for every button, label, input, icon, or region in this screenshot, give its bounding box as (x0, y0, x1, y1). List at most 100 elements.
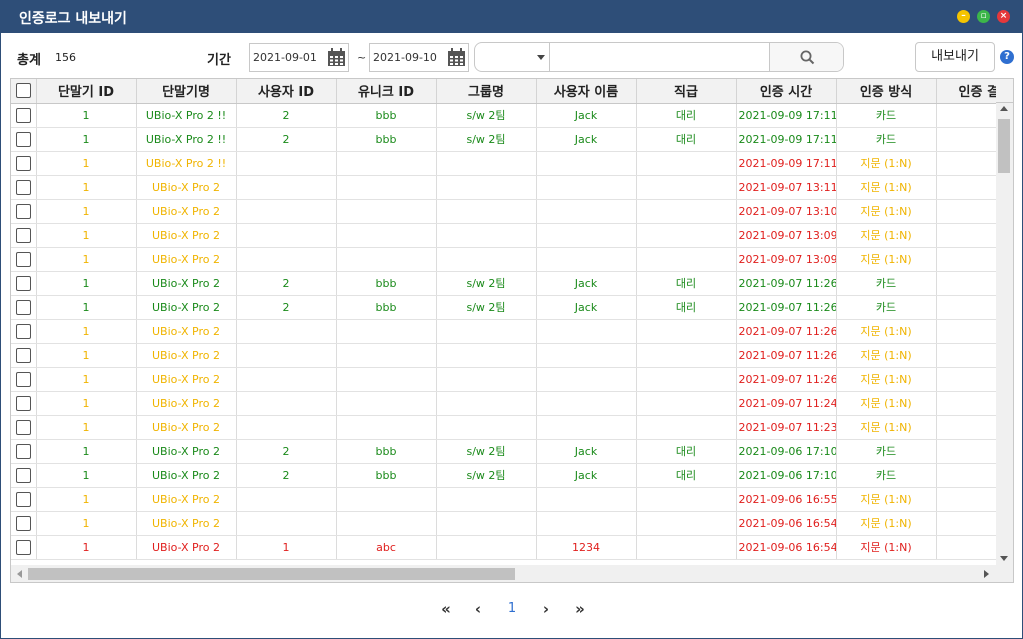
row-select-cell[interactable] (11, 127, 37, 152)
column-header-group[interactable]: 그룹명 (436, 79, 537, 104)
table-row[interactable]: 1UBio-X Pro 2 2021-09-07 13:09:30지문 (1:N)… (11, 247, 996, 272)
row-checkbox[interactable] (15, 491, 31, 507)
row-checkbox[interactable] (15, 515, 31, 531)
row-select-cell[interactable] (11, 175, 37, 200)
date-from-field[interactable]: 2021-09-01 (249, 43, 349, 72)
horizontal-scrollbar[interactable] (11, 565, 1013, 582)
row-select-cell[interactable] (11, 295, 37, 320)
export-button[interactable]: 내보내기 (915, 42, 995, 72)
row-checkbox[interactable] (15, 227, 31, 243)
table-row[interactable]: 1 UBio-X Pro 2 2 bbb s/w 2팀 Jack 대리 2021-09-07 … (11, 271, 996, 296)
horizontal-scroll-thumb[interactable] (28, 568, 515, 580)
select-all-cell[interactable] (11, 79, 37, 104)
row-checkbox[interactable] (15, 107, 31, 123)
row-select-cell[interactable] (11, 487, 37, 512)
column-header-auth-result[interactable]: 인증 결과 (936, 79, 996, 104)
row-checkbox[interactable] (15, 443, 31, 459)
row-select-cell[interactable] (11, 343, 37, 368)
row-checkbox[interactable] (15, 323, 31, 339)
column-header-user-id[interactable]: 사용자 ID (236, 79, 337, 104)
row-select-cell[interactable] (11, 367, 37, 392)
select-all-checkbox[interactable] (15, 83, 31, 99)
column-header-device-id[interactable]: 단말기 ID (36, 79, 137, 104)
vertical-scrollbar[interactable] (996, 103, 1013, 565)
column-header-position[interactable]: 직급 (636, 79, 737, 104)
help-icon[interactable]: ? (1000, 50, 1014, 64)
table-row[interactable]: 1UBio-X Pro 2 2021-09-06 16:54:59지문 (1:N)… (11, 511, 996, 536)
minimize-icon[interactable]: – (957, 10, 970, 23)
scroll-right-icon[interactable] (984, 570, 989, 578)
row-checkbox[interactable] (15, 539, 31, 555)
table-row[interactable]: 1UBio-X Pro 2 2021-09-07 11:26:24지문 (1:N)… (11, 319, 996, 344)
prev-page-button[interactable]: ‹ (467, 597, 489, 621)
cell-user-name (536, 151, 637, 176)
row-select-cell[interactable] (11, 199, 37, 224)
cell-auth-time: 2021-09-07 11:23:59 (736, 415, 837, 440)
column-header-unique-id[interactable]: 유니크 ID (336, 79, 437, 104)
scroll-down-icon[interactable] (1000, 556, 1008, 561)
close-icon[interactable]: × (997, 10, 1010, 23)
row-select-cell[interactable] (11, 319, 37, 344)
table-row[interactable]: 1 UBio-X Pro 2 2 bbb s/w 2팀 Jack 대리 2021-09-06 … (11, 463, 996, 488)
row-select-cell[interactable] (11, 103, 37, 128)
table-row[interactable]: 1UBio-X Pro 21abc12342021-09-06 16:54:54… (11, 535, 996, 560)
row-checkbox[interactable] (15, 251, 31, 267)
row-select-cell[interactable] (11, 463, 37, 488)
column-header-user-name[interactable]: 사용자 이름 (536, 79, 637, 104)
row-checkbox[interactable] (15, 131, 31, 147)
table-row[interactable]: 1 UBio-X Pro 2 !! 2 bbb s/w 2팀 Jack 대리 2021-09-… (11, 127, 996, 152)
column-header-device-name[interactable]: 단말기명 (136, 79, 237, 104)
scroll-left-icon[interactable] (17, 570, 22, 578)
table-row[interactable]: 1 UBio-X Pro 2 !! 2 bbb s/w 2팀 Jack 대리 2021-09-… (11, 103, 996, 128)
row-checkbox[interactable] (15, 155, 31, 171)
table-row[interactable]: 1 UBio-X Pro 2 2 bbb s/w 2팀 Jack 대리 2021-09-06 … (11, 439, 996, 464)
calendar-icon[interactable] (327, 48, 346, 67)
page-number-current[interactable]: 1 (503, 597, 521, 621)
row-checkbox[interactable] (15, 275, 31, 291)
row-select-cell[interactable] (11, 151, 37, 176)
search-field-select[interactable] (475, 43, 550, 71)
table-row[interactable]: 1UBio-X Pro 2 !! 2021-09-09 17:11:04지문 (1… (11, 151, 996, 176)
table-row[interactable]: 1UBio-X Pro 2 2021-09-06 16:55:04지문 (1:N)… (11, 487, 996, 512)
column-header-auth-time[interactable]: 인증 시간 (736, 79, 837, 104)
pagination: « ‹ 1 › » (431, 597, 601, 621)
row-select-cell[interactable] (11, 223, 37, 248)
row-select-cell[interactable] (11, 511, 37, 536)
table-row[interactable]: 1UBio-X Pro 2 2021-09-07 11:26:17지문 (1:N)… (11, 367, 996, 392)
table-row[interactable]: 1UBio-X Pro 2 2021-09-07 11:26:20지문 (1:N)… (11, 343, 996, 368)
table-row[interactable]: 1UBio-X Pro 2 2021-09-07 13:10:56지문 (1:N)… (11, 199, 996, 224)
row-checkbox[interactable] (15, 395, 31, 411)
scroll-up-icon[interactable] (1000, 106, 1008, 111)
row-select-cell[interactable] (11, 415, 37, 440)
row-checkbox[interactable] (15, 419, 31, 435)
cell-user-id: 2 (236, 463, 337, 488)
vertical-scroll-thumb[interactable] (998, 119, 1010, 173)
next-page-button[interactable]: › (535, 597, 557, 621)
row-checkbox[interactable] (15, 179, 31, 195)
row-select-cell[interactable] (11, 271, 37, 296)
cell-device-id: 1 (36, 463, 137, 488)
search-button[interactable] (770, 43, 843, 71)
row-checkbox[interactable] (15, 347, 31, 363)
row-checkbox[interactable] (15, 467, 31, 483)
row-checkbox[interactable] (15, 299, 31, 315)
row-checkbox[interactable] (15, 203, 31, 219)
restore-icon[interactable]: ▫ (977, 10, 990, 23)
table-row[interactable]: 1UBio-X Pro 2 2021-09-07 13:09:33지문 (1:N)… (11, 223, 996, 248)
table-row[interactable]: 1UBio-X Pro 2 2021-09-07 11:24:03지문 (1:N)… (11, 391, 996, 416)
cell-position (636, 247, 737, 272)
table-row[interactable]: 1UBio-X Pro 2 2021-09-07 11:23:59지문 (1:N)… (11, 415, 996, 440)
row-select-cell[interactable] (11, 535, 37, 560)
column-header-auth-method[interactable]: 인증 방식 (836, 79, 937, 104)
date-to-field[interactable]: 2021-09-10 (369, 43, 469, 72)
table-row[interactable]: 1UBio-X Pro 2 2021-09-07 13:11:14지문 (1:N)… (11, 175, 996, 200)
last-page-button[interactable]: » (569, 597, 591, 621)
row-select-cell[interactable] (11, 391, 37, 416)
row-checkbox[interactable] (15, 371, 31, 387)
row-select-cell[interactable] (11, 247, 37, 272)
table-row[interactable]: 1 UBio-X Pro 2 2 bbb s/w 2팀 Jack 대리 2021-09-07 … (11, 295, 996, 320)
calendar-icon[interactable] (447, 48, 466, 67)
first-page-button[interactable]: « (435, 597, 457, 621)
search-input[interactable] (550, 43, 770, 71)
row-select-cell[interactable] (11, 439, 37, 464)
